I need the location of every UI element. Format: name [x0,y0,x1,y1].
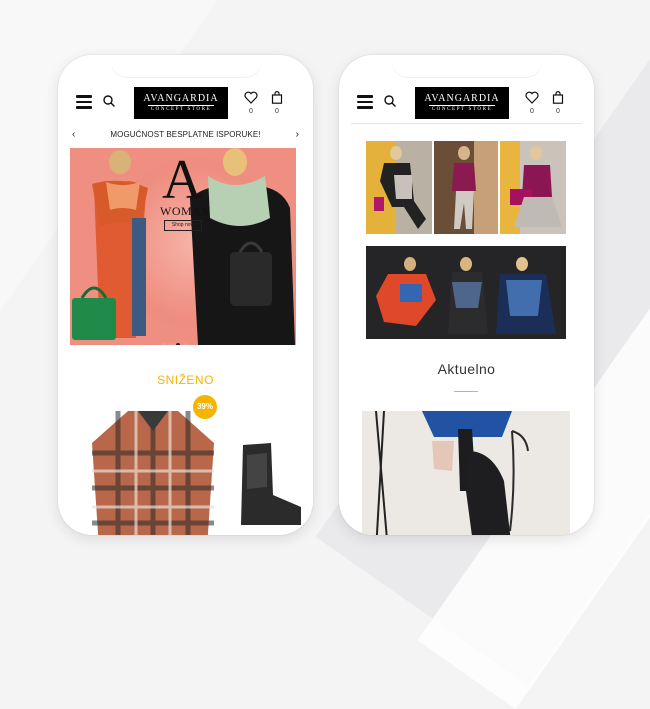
section-title: Aktuelno [437,361,496,377]
search-icon[interactable] [102,94,116,108]
carousel-dot[interactable] [176,343,180,345]
heart-icon [244,91,258,104]
site-header: AVANGARDIA CONCEPT STORE 0 0 [339,85,594,121]
section-title-underline [454,391,478,392]
chevron-right-icon[interactable]: › [296,127,299,143]
phone-notch [110,55,261,77]
carousel-dot[interactable] [162,343,166,345]
shopping-bag-icon [552,91,564,104]
cart-count: 0 [556,108,560,115]
carousel-dots [162,334,190,345]
hero-banner[interactable]: A WOMAN Shop now [70,148,296,345]
phone-mockup-left: AVANGARDIA CONCEPT STORE 0 0 ‹ MOGUĆNOST… [58,55,313,535]
heart-icon [525,91,539,104]
wishlist-button[interactable]: 0 [524,91,540,115]
discount-badge: 39% [193,395,217,419]
shopping-bag-icon [271,91,283,104]
promo-bar: ‹ MOGUĆNOST BESPLATNE ISPORUKE! › [70,127,301,143]
cart-count: 0 [275,108,279,115]
phone-mockup-right: AVANGARDIA CONCEPT STORE 0 0 Aktuelno [339,55,594,535]
header-divider [351,123,582,124]
wishlist-count: 0 [249,108,253,115]
campaign-image-wide[interactable] [366,246,566,339]
campaign-image[interactable] [366,141,432,234]
phone-notch [391,55,542,77]
wishlist-button[interactable]: 0 [243,91,259,115]
search-icon[interactable] [383,94,397,108]
promo-text: MOGUĆNOST BESPLATNE ISPORUKE! [110,130,261,139]
cart-button[interactable]: 0 [550,91,566,115]
wishlist-count: 0 [530,108,534,115]
campaign-image-grid [366,141,566,234]
hamburger-menu-icon[interactable] [357,95,373,109]
product-image-boot[interactable] [233,435,303,525]
featured-image[interactable] [362,411,570,535]
store-logo[interactable]: AVANGARDIA CONCEPT STORE [415,87,509,119]
shop-now-button[interactable]: Shop now [164,220,202,231]
campaign-image[interactable] [434,141,498,234]
hamburger-menu-icon[interactable] [76,95,92,109]
chevron-left-icon[interactable]: ‹ [72,127,75,143]
site-header: AVANGARDIA CONCEPT STORE 0 0 [58,85,313,121]
cart-button[interactable]: 0 [269,91,285,115]
campaign-image[interactable] [500,141,566,234]
carousel-dot[interactable] [183,343,187,345]
store-logo[interactable]: AVANGARDIA CONCEPT STORE [134,87,228,119]
hero-letter: A [162,149,203,211]
product-image-shirt[interactable] [88,403,218,535]
carousel-dot[interactable] [169,343,173,345]
hero-title: WOMAN [160,204,211,218]
sale-section-title: SNIŽENO [157,373,214,387]
